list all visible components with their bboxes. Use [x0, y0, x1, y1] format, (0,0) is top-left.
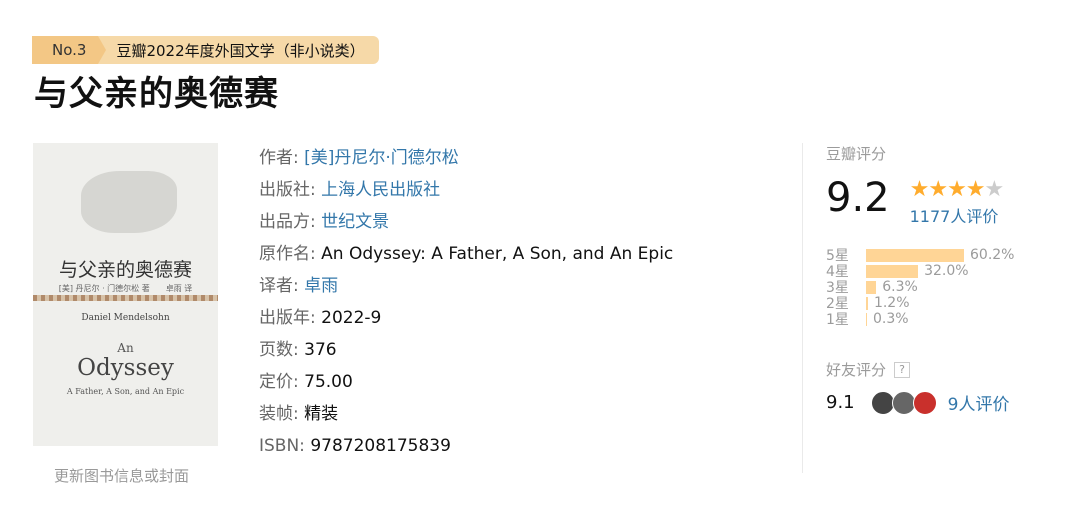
cover-title: 与父亲的奥德赛	[58, 259, 192, 281]
rank-label[interactable]: 豆瓣2022年度外国文学（非小说类）	[98, 36, 379, 64]
pages-value: 376	[304, 340, 337, 360]
rating-row-pct: 0.3%	[873, 311, 909, 327]
rating-bar	[866, 264, 919, 278]
half-star-icon: ★	[984, 177, 1005, 202]
price-value: 75.00	[304, 372, 353, 392]
isbn-value: 9787208175839	[310, 436, 451, 456]
info-translator: 译者: 卓雨	[259, 276, 339, 296]
cover-band	[33, 295, 218, 301]
producer-link[interactable]: 世纪文景	[321, 212, 389, 232]
info-producer: 出品方: 世纪文景	[259, 212, 390, 232]
stars-wrap: ★★★★★ 1177人评价	[909, 177, 1005, 227]
rating-count-link[interactable]: 1177人评价	[910, 203, 1004, 227]
friend-rating-header: 好友评分 ?	[826, 359, 1062, 380]
rating-panel: 豆瓣评分 9.2 ★★★★★ 1177人评价 5星 60.2% 4星 32.0% 3星 6…	[802, 143, 1062, 473]
info-pub-year: 出版年: 2022-9	[259, 308, 382, 328]
friend-rating-title: 好友评分	[826, 361, 887, 379]
info-original-title: 原作名: An Odyssey: A Father, A Son, and An…	[259, 244, 674, 264]
cover-rock-image	[81, 171, 177, 233]
rating-row-label: 1星	[826, 312, 849, 328]
rating-row: 1星 0.3%	[826, 311, 1062, 328]
avatar[interactable]	[912, 390, 937, 415]
friend-rating-row: 9.1 9人评价	[826, 390, 1062, 415]
rating-stars-icon: ★★★★★	[909, 177, 1005, 202]
friend-count-link[interactable]: 9人评价	[948, 390, 1010, 415]
rating-row-pct: 1.2%	[873, 295, 910, 311]
author-link[interactable]: [美]丹尼尔·门德尔松	[304, 148, 459, 168]
cover-an: An	[117, 341, 134, 355]
cover-subtitle: A Father, A Son, and An Epic	[66, 387, 185, 396]
rating-row-pct: 6.3%	[882, 279, 918, 295]
score-row: 9.2 ★★★★★ 1177人评价	[826, 176, 1062, 227]
rank-number: No.3	[32, 36, 107, 64]
rating-bar	[866, 280, 877, 294]
update-book-info-link[interactable]: 更新图书信息或封面	[54, 465, 189, 486]
rating-distribution: 5星 60.2% 4星 32.0% 3星 6.3% 2星 1.2% 1星 0.3%	[826, 247, 1062, 328]
book-cover[interactable]: 与父亲的奥德赛 [美] 丹尼尔 · 门德尔松 著 卓雨 译 Daniel Men…	[33, 143, 218, 446]
cover-author-en: Daniel Mendelsohn	[81, 313, 170, 323]
book-info: 作者: [美]丹尼尔·门德尔松 出版社: 上海人民出版社 出品方: 世纪文景 原…	[259, 142, 673, 462]
cover-author-line: [美] 丹尼尔 · 门德尔松 著 卓雨 译	[58, 284, 193, 293]
rating-row-pct: 60.2%	[970, 247, 1015, 263]
info-pages: 页数: 376	[259, 340, 337, 360]
rating-bar	[866, 312, 867, 326]
pub-year-value: 2022-9	[321, 308, 382, 328]
rating-bar	[866, 248, 964, 262]
friend-avatars	[870, 390, 937, 415]
rating-score: 9.2	[826, 175, 890, 221]
cover-odyssey: Odyssey	[77, 355, 174, 381]
original-title-value: An Odyssey: A Father, A Son, and An Epic	[321, 244, 674, 264]
rank-link[interactable]: 豆瓣2022年度外国文学（非小说类）	[116, 40, 364, 61]
friend-score: 9.1	[826, 392, 855, 413]
rating-title: 豆瓣评分	[826, 145, 887, 163]
info-isbn: ISBN: 9787208175839	[259, 436, 451, 456]
binding-value: 精装	[304, 404, 339, 424]
rating-row-pct: 32.0%	[924, 263, 969, 279]
rating-bar	[866, 296, 868, 310]
info-author: 作者: [美]丹尼尔·门德尔松	[259, 148, 459, 168]
book-title: 与父亲的奥德赛	[34, 74, 279, 114]
ranking-badge[interactable]: No.3 豆瓣2022年度外国文学（非小说类）	[32, 36, 379, 64]
info-publisher: 出版社: 上海人民出版社	[259, 180, 441, 200]
info-price: 定价: 75.00	[259, 372, 353, 392]
info-binding: 装帧: 精装	[259, 404, 339, 424]
help-icon[interactable]: ?	[894, 361, 911, 378]
translator-link[interactable]: 卓雨	[304, 276, 338, 296]
publisher-link[interactable]: 上海人民出版社	[321, 180, 440, 200]
